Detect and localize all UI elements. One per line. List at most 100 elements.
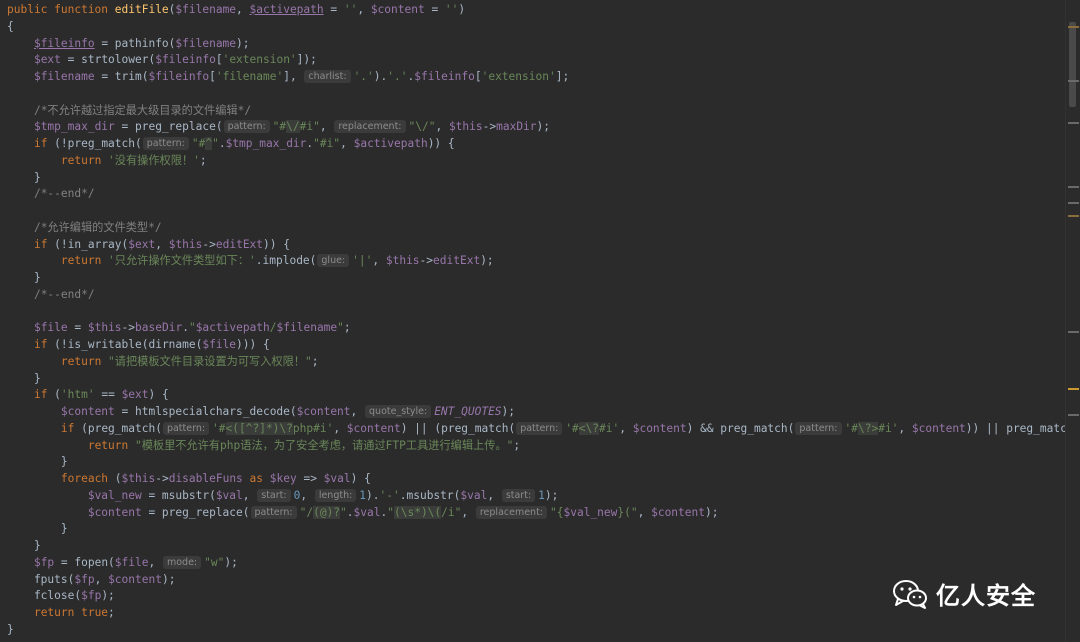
code-line[interactable]: $filename = trim($fileinfo['filename'], … bbox=[7, 69, 1066, 86]
code-token: = preg_replace( bbox=[114, 120, 223, 134]
code-line[interactable]: if (!in_array($ext, $this->editExt)) { bbox=[7, 237, 1066, 254]
code-token: $filename bbox=[33, 70, 95, 83]
code-token: , bbox=[319, 120, 334, 134]
code-token: disableFuns bbox=[168, 472, 243, 485]
code-token: ); bbox=[544, 488, 559, 502]
code-line[interactable]: } bbox=[7, 622, 1066, 639]
code-token: "\/" bbox=[408, 120, 436, 134]
code-line[interactable]: return '没有操作权限！'; bbox=[7, 153, 1066, 170]
code-token: $activepath bbox=[195, 321, 270, 335]
code-token: -> bbox=[419, 254, 434, 268]
code-line[interactable]: } bbox=[7, 270, 1066, 287]
code-line[interactable]: if (!preg_match(pattern: "#^".$tmp_max_di… bbox=[7, 136, 1066, 153]
code-token: $this bbox=[385, 254, 420, 268]
code-line[interactable]: { bbox=[7, 19, 1066, 36]
code-token: return true bbox=[33, 606, 109, 619]
code-line[interactable]: } bbox=[7, 521, 1066, 538]
code-line[interactable]: } bbox=[7, 454, 1066, 471]
code-token: $content bbox=[911, 421, 966, 435]
scrollbar-mark bbox=[1068, 202, 1079, 205]
code-token: = msubstr( bbox=[141, 488, 216, 502]
code-line[interactable]: /*--end*/ bbox=[7, 287, 1066, 304]
code-token: $content bbox=[296, 405, 351, 418]
code-token: ]); bbox=[296, 53, 317, 67]
code-line[interactable]: } bbox=[7, 538, 1066, 555]
parameter-hint: mode: bbox=[162, 555, 202, 569]
code-editor[interactable]: public function editFile ($filename, $act… bbox=[0, 0, 1066, 642]
code-area[interactable]: public function editFile ($filename, $act… bbox=[7, 2, 1066, 639]
code-token: $fileinfo bbox=[155, 53, 216, 67]
code-line[interactable]: $file = $this->baseDir."$activepath/$fil… bbox=[7, 320, 1066, 337]
code-token: $file bbox=[202, 338, 237, 351]
code-line[interactable]: } bbox=[7, 170, 1066, 187]
code-line[interactable]: return '只允许操作文件类型如下：'.implode(glue: '|', … bbox=[7, 253, 1066, 270]
code-token: , bbox=[340, 137, 354, 150]
scrollbar-thumb[interactable] bbox=[1069, 22, 1076, 107]
code-line[interactable]: return "请把模板文件目录设置为可写入权限！"; bbox=[7, 354, 1066, 371]
vertical-scrollbar[interactable] bbox=[1065, 0, 1080, 642]
code-token: $fileinfo bbox=[148, 70, 210, 83]
code-line[interactable]: /*--end*/ bbox=[7, 186, 1066, 203]
code-token: , bbox=[236, 3, 250, 16]
code-token: \?> bbox=[857, 421, 879, 435]
code-line[interactable]: if (preg_match(pattern: '#<([^?]*)\?php#i… bbox=[7, 421, 1066, 438]
code-line[interactable] bbox=[7, 304, 1066, 321]
code-token: $this bbox=[448, 120, 483, 134]
code-line[interactable]: /*不允许越过指定最大级目录的文件编辑*/ bbox=[7, 103, 1066, 120]
code-token: ; bbox=[311, 354, 319, 368]
code-token: $fp bbox=[81, 589, 102, 603]
code-token: ; bbox=[199, 153, 207, 167]
code-token: , bbox=[637, 505, 652, 519]
code-line[interactable]: public function editFile($filename, $act… bbox=[7, 2, 1066, 19]
code-token: } bbox=[7, 455, 68, 469]
code-line[interactable] bbox=[7, 203, 1066, 220]
code-line[interactable]: $val_new = msubstr($val, start: 0, length… bbox=[7, 488, 1066, 505]
code-line[interactable]: $tmp_max_dir = preg_replace(pattern: "#\/… bbox=[7, 119, 1066, 136]
code-token: ; bbox=[108, 606, 115, 619]
code-token: 'filename' bbox=[215, 70, 284, 83]
code-token: , bbox=[357, 3, 371, 16]
code-token: (!preg_match( bbox=[54, 137, 142, 150]
code-line[interactable]: $content = preg_replace(pattern: "/(@)?".… bbox=[7, 505, 1066, 522]
parameter-hint: start: bbox=[501, 488, 536, 502]
code-token: '-' bbox=[379, 488, 400, 502]
code-token: '.' bbox=[353, 70, 374, 83]
code-token: editFile bbox=[114, 3, 169, 16]
code-token: ) bbox=[458, 3, 466, 16]
code-line[interactable]: $fp = fopen($file, mode: "w"); bbox=[7, 555, 1066, 572]
code-token: $content bbox=[108, 572, 162, 586]
code-line[interactable]: /*允许编辑的文件类型*/ bbox=[7, 220, 1066, 237]
code-token: ). bbox=[366, 488, 380, 502]
code-token: #i' bbox=[599, 421, 620, 435]
code-token: , bbox=[333, 421, 347, 435]
code-token: fclose( bbox=[7, 589, 82, 603]
code-line[interactable]: foreach ($this->disableFuns as $key => $… bbox=[7, 471, 1066, 488]
code-line[interactable]: return "模板里不允许有php语法，为了安全考虑，请通过FTP工具进行编辑… bbox=[7, 438, 1066, 455]
code-token: /*不允许越过指定最大级目录的文件编辑*/ bbox=[33, 103, 252, 117]
code-line[interactable]: $content = htmlspecialchars_decode($cont… bbox=[7, 404, 1066, 421]
code-line[interactable]: } bbox=[7, 371, 1066, 388]
code-line[interactable]: if ('htm' == $ext) { bbox=[7, 387, 1066, 404]
code-token: => bbox=[296, 472, 324, 485]
code-line[interactable]: $fileinfo = pathinfo($filename); bbox=[7, 36, 1066, 53]
scrollbar-mark bbox=[1068, 215, 1079, 218]
code-line[interactable] bbox=[7, 86, 1066, 103]
code-token: $filename bbox=[175, 36, 237, 50]
code-line[interactable]: if (!is_writable(dirname($file))) { bbox=[7, 337, 1066, 354]
code-token: $content bbox=[632, 421, 687, 435]
code-token: "请把模板文件目录设置为可写入权限！" bbox=[108, 354, 312, 368]
code-line[interactable]: $ext = strtolower($fileinfo['extension']… bbox=[7, 52, 1066, 69]
parameter-hint: length: bbox=[314, 488, 357, 502]
code-token: $tmp_max_dir bbox=[33, 120, 115, 134]
code-token: , bbox=[372, 254, 386, 268]
code-token: ); bbox=[161, 572, 176, 586]
code-token: [ bbox=[474, 70, 482, 83]
parameter-hint: replacement: bbox=[334, 120, 406, 134]
code-token: '# bbox=[212, 421, 226, 435]
code-token: = htmlspecialchars_decode( bbox=[114, 405, 297, 418]
